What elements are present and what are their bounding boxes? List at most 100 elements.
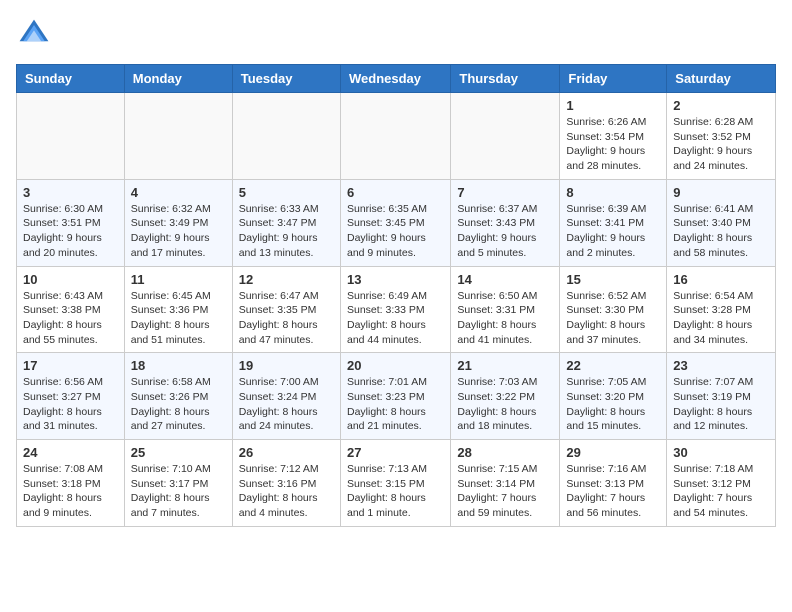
day-cell: 18 Sunrise: 6:58 AM Sunset: 3:26 PM Dayli… bbox=[124, 353, 232, 440]
day-cell: 4 Sunrise: 6:32 AM Sunset: 3:49 PM Daylig… bbox=[124, 179, 232, 266]
day-number: 18 bbox=[131, 358, 226, 373]
week-row-5: 24 Sunrise: 7:08 AM Sunset: 3:18 PM Dayli… bbox=[17, 440, 776, 527]
day-number: 21 bbox=[457, 358, 553, 373]
day-info: Sunrise: 7:16 AM Sunset: 3:13 PM Dayligh… bbox=[566, 462, 660, 521]
day-cell: 12 Sunrise: 6:47 AM Sunset: 3:35 PM Dayli… bbox=[232, 266, 340, 353]
day-cell bbox=[17, 93, 125, 180]
day-number: 10 bbox=[23, 272, 118, 287]
day-number: 11 bbox=[131, 272, 226, 287]
day-number: 7 bbox=[457, 185, 553, 200]
day-cell bbox=[340, 93, 450, 180]
day-cell: 11 Sunrise: 6:45 AM Sunset: 3:36 PM Dayli… bbox=[124, 266, 232, 353]
day-info: Sunrise: 6:43 AM Sunset: 3:38 PM Dayligh… bbox=[23, 289, 118, 348]
day-info: Sunrise: 7:07 AM Sunset: 3:19 PM Dayligh… bbox=[673, 375, 769, 434]
day-number: 6 bbox=[347, 185, 444, 200]
day-cell: 10 Sunrise: 6:43 AM Sunset: 3:38 PM Dayli… bbox=[17, 266, 125, 353]
calendar-header-row: SundayMondayTuesdayWednesdayThursdayFrid… bbox=[17, 65, 776, 93]
day-number: 29 bbox=[566, 445, 660, 460]
logo-icon bbox=[16, 16, 52, 52]
day-number: 23 bbox=[673, 358, 769, 373]
day-info: Sunrise: 7:05 AM Sunset: 3:20 PM Dayligh… bbox=[566, 375, 660, 434]
day-number: 24 bbox=[23, 445, 118, 460]
day-info: Sunrise: 7:03 AM Sunset: 3:22 PM Dayligh… bbox=[457, 375, 553, 434]
day-cell: 7 Sunrise: 6:37 AM Sunset: 3:43 PM Daylig… bbox=[451, 179, 560, 266]
week-row-1: 1 Sunrise: 6:26 AM Sunset: 3:54 PM Daylig… bbox=[17, 93, 776, 180]
day-cell: 8 Sunrise: 6:39 AM Sunset: 3:41 PM Daylig… bbox=[560, 179, 667, 266]
day-number: 1 bbox=[566, 98, 660, 113]
column-header-wednesday: Wednesday bbox=[340, 65, 450, 93]
day-info: Sunrise: 6:28 AM Sunset: 3:52 PM Dayligh… bbox=[673, 115, 769, 174]
day-number: 25 bbox=[131, 445, 226, 460]
day-number: 8 bbox=[566, 185, 660, 200]
day-cell: 1 Sunrise: 6:26 AM Sunset: 3:54 PM Daylig… bbox=[560, 93, 667, 180]
day-cell: 21 Sunrise: 7:03 AM Sunset: 3:22 PM Dayli… bbox=[451, 353, 560, 440]
day-info: Sunrise: 6:39 AM Sunset: 3:41 PM Dayligh… bbox=[566, 202, 660, 261]
day-number: 3 bbox=[23, 185, 118, 200]
day-number: 27 bbox=[347, 445, 444, 460]
day-number: 14 bbox=[457, 272, 553, 287]
day-cell: 9Sunrise: 6:41 AM Sunset: 3:40 PM Daylig… bbox=[667, 179, 776, 266]
day-cell: 2 Sunrise: 6:28 AM Sunset: 3:52 PM Daylig… bbox=[667, 93, 776, 180]
day-number: 17 bbox=[23, 358, 118, 373]
day-info: Sunrise: 6:50 AM Sunset: 3:31 PM Dayligh… bbox=[457, 289, 553, 348]
day-info: Sunrise: 6:47 AM Sunset: 3:35 PM Dayligh… bbox=[239, 289, 334, 348]
day-number: 9 bbox=[673, 185, 769, 200]
page-header bbox=[16, 16, 776, 52]
day-cell: 3Sunrise: 6:30 AM Sunset: 3:51 PM Daylig… bbox=[17, 179, 125, 266]
day-cell: 20Sunrise: 7:01 AM Sunset: 3:23 PM Dayli… bbox=[340, 353, 450, 440]
day-cell bbox=[451, 93, 560, 180]
day-cell: 16 Sunrise: 6:54 AM Sunset: 3:28 PM Dayli… bbox=[667, 266, 776, 353]
day-info: Sunrise: 7:10 AM Sunset: 3:17 PM Dayligh… bbox=[131, 462, 226, 521]
day-number: 12 bbox=[239, 272, 334, 287]
day-cell: 28 Sunrise: 7:15 AM Sunset: 3:14 PM Dayli… bbox=[451, 440, 560, 527]
day-cell: 24 Sunrise: 7:08 AM Sunset: 3:18 PM Dayli… bbox=[17, 440, 125, 527]
day-number: 13 bbox=[347, 272, 444, 287]
day-number: 20 bbox=[347, 358, 444, 373]
day-cell: 13 Sunrise: 6:49 AM Sunset: 3:33 PM Dayli… bbox=[340, 266, 450, 353]
day-number: 2 bbox=[673, 98, 769, 113]
day-info: Sunrise: 6:58 AM Sunset: 3:26 PM Dayligh… bbox=[131, 375, 226, 434]
day-info: Sunrise: 7:13 AM Sunset: 3:15 PM Dayligh… bbox=[347, 462, 444, 521]
day-info: Sunrise: 6:49 AM Sunset: 3:33 PM Dayligh… bbox=[347, 289, 444, 348]
day-info: Sunrise: 6:45 AM Sunset: 3:36 PM Dayligh… bbox=[131, 289, 226, 348]
week-row-2: 3Sunrise: 6:30 AM Sunset: 3:51 PM Daylig… bbox=[17, 179, 776, 266]
day-number: 19 bbox=[239, 358, 334, 373]
day-number: 26 bbox=[239, 445, 334, 460]
day-info: Sunrise: 6:32 AM Sunset: 3:49 PM Dayligh… bbox=[131, 202, 226, 261]
day-number: 4 bbox=[131, 185, 226, 200]
column-header-friday: Friday bbox=[560, 65, 667, 93]
day-cell: 22Sunrise: 7:05 AM Sunset: 3:20 PM Dayli… bbox=[560, 353, 667, 440]
week-row-3: 10 Sunrise: 6:43 AM Sunset: 3:38 PM Dayli… bbox=[17, 266, 776, 353]
day-number: 15 bbox=[566, 272, 660, 287]
logo bbox=[16, 16, 58, 52]
day-cell bbox=[124, 93, 232, 180]
day-cell: 26 Sunrise: 7:12 AM Sunset: 3:16 PM Dayli… bbox=[232, 440, 340, 527]
day-info: Sunrise: 7:12 AM Sunset: 3:16 PM Dayligh… bbox=[239, 462, 334, 521]
day-number: 5 bbox=[239, 185, 334, 200]
day-cell: 23 Sunrise: 7:07 AM Sunset: 3:19 PM Dayli… bbox=[667, 353, 776, 440]
day-number: 28 bbox=[457, 445, 553, 460]
day-info: Sunrise: 7:00 AM Sunset: 3:24 PM Dayligh… bbox=[239, 375, 334, 434]
day-cell: 30 Sunrise: 7:18 AM Sunset: 3:12 PM Dayli… bbox=[667, 440, 776, 527]
day-number: 30 bbox=[673, 445, 769, 460]
day-cell: 5Sunrise: 6:33 AM Sunset: 3:47 PM Daylig… bbox=[232, 179, 340, 266]
day-info: Sunrise: 7:08 AM Sunset: 3:18 PM Dayligh… bbox=[23, 462, 118, 521]
day-cell: 6 Sunrise: 6:35 AM Sunset: 3:45 PM Daylig… bbox=[340, 179, 450, 266]
column-header-thursday: Thursday bbox=[451, 65, 560, 93]
day-info: Sunrise: 6:56 AM Sunset: 3:27 PM Dayligh… bbox=[23, 375, 118, 434]
week-row-4: 17 Sunrise: 6:56 AM Sunset: 3:27 PM Dayli… bbox=[17, 353, 776, 440]
day-info: Sunrise: 7:18 AM Sunset: 3:12 PM Dayligh… bbox=[673, 462, 769, 521]
day-cell: 19 Sunrise: 7:00 AM Sunset: 3:24 PM Dayli… bbox=[232, 353, 340, 440]
day-number: 16 bbox=[673, 272, 769, 287]
day-info: Sunrise: 6:54 AM Sunset: 3:28 PM Dayligh… bbox=[673, 289, 769, 348]
day-info: Sunrise: 6:35 AM Sunset: 3:45 PM Dayligh… bbox=[347, 202, 444, 261]
day-info: Sunrise: 6:52 AM Sunset: 3:30 PM Dayligh… bbox=[566, 289, 660, 348]
day-cell: 25 Sunrise: 7:10 AM Sunset: 3:17 PM Dayli… bbox=[124, 440, 232, 527]
day-info: Sunrise: 6:26 AM Sunset: 3:54 PM Dayligh… bbox=[566, 115, 660, 174]
day-info: Sunrise: 7:15 AM Sunset: 3:14 PM Dayligh… bbox=[457, 462, 553, 521]
day-cell: 17 Sunrise: 6:56 AM Sunset: 3:27 PM Dayli… bbox=[17, 353, 125, 440]
day-cell: 14 Sunrise: 6:50 AM Sunset: 3:31 PM Dayli… bbox=[451, 266, 560, 353]
calendar-table: SundayMondayTuesdayWednesdayThursdayFrid… bbox=[16, 64, 776, 527]
day-info: Sunrise: 6:37 AM Sunset: 3:43 PM Dayligh… bbox=[457, 202, 553, 261]
day-cell bbox=[232, 93, 340, 180]
